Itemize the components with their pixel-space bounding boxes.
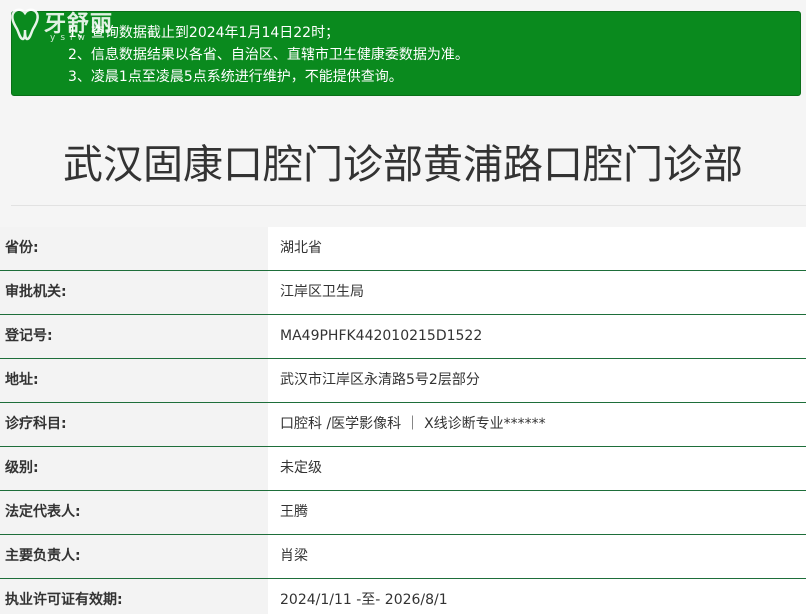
detail-row-registration-number: 登记号: MA49PHFK442010215D1522 xyxy=(0,315,806,359)
title-divider xyxy=(11,205,806,206)
page-title: 武汉固康口腔门诊部黄浦路口腔门诊部 xyxy=(63,142,743,188)
detail-value: 王腾 xyxy=(280,504,308,520)
site-logo[interactable]: 牙舒丽 yslw xyxy=(2,2,142,48)
detail-label: 审批机关: xyxy=(0,271,268,314)
detail-value: 江岸区卫生局 xyxy=(280,284,364,300)
tooth-logo-icon xyxy=(11,8,39,41)
detail-row-approval-authority: 审批机关: 江岸区卫生局 xyxy=(0,271,806,315)
detail-value: 肖梁 xyxy=(280,548,308,564)
detail-row-address: 地址: 武汉市江岸区永清路5号2层部分 xyxy=(0,359,806,403)
details-table: 省份: 湖北省 审批机关: 江岸区卫生局 登记号: MA49PHFK442010… xyxy=(0,227,806,614)
detail-row-province: 省份: 湖北省 xyxy=(0,227,806,271)
detail-row-legal-representative: 法定代表人: 王腾 xyxy=(0,491,806,535)
detail-row-license-validity: 执业许可证有效期: 2024/1/11 -至- 2026/8/1 xyxy=(0,579,806,614)
page: 1、查询数据截止到2024年1月14日22时； 2、信息数据结果以各省、自治区、… xyxy=(0,0,806,614)
detail-value: 湖北省 xyxy=(280,240,322,256)
detail-label: 地址: xyxy=(0,359,268,402)
notice-line-1: 1、查询数据截止到2024年1月14日22时； xyxy=(68,25,340,41)
detail-value: 2024/1/11 -至- 2026/8/1 xyxy=(280,592,448,608)
logo-subtext: yslw xyxy=(50,33,90,43)
detail-label: 主要负责人: xyxy=(0,535,268,578)
detail-row-principal: 主要负责人: 肖梁 xyxy=(0,535,806,579)
detail-value: MA49PHFK442010215D1522 xyxy=(280,328,483,344)
detail-label: 级别: xyxy=(0,447,268,490)
detail-value: 口腔科 /医学影像科 ｜ X线诊断专业****** xyxy=(280,416,546,432)
detail-row-level: 级别: 未定级 xyxy=(0,447,806,491)
notice-line-3: 3、凌晨1点至凌晨5点系统进行维护，不能提供查询。 xyxy=(68,69,403,85)
detail-value: 未定级 xyxy=(280,460,322,476)
detail-label: 执业许可证有效期: xyxy=(0,579,268,614)
detail-label: 法定代表人: xyxy=(0,491,268,534)
detail-label: 省份: xyxy=(0,227,268,270)
detail-row-departments: 诊疗科目: 口腔科 /医学影像科 ｜ X线诊断专业****** xyxy=(0,403,806,447)
detail-value: 武汉市江岸区永清路5号2层部分 xyxy=(280,372,480,388)
notice-line-2: 2、信息数据结果以各省、自治区、直辖市卫生健康委数据为准。 xyxy=(68,47,469,63)
detail-label: 登记号: xyxy=(0,315,268,358)
detail-label: 诊疗科目: xyxy=(0,403,268,446)
